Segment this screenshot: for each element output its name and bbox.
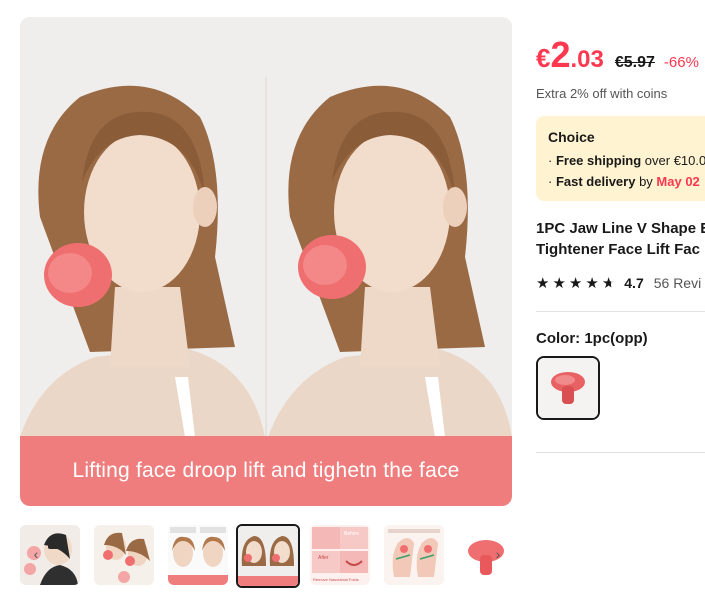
choice-label: Choice <box>548 129 595 145</box>
thumbnail-2[interactable] <box>94 525 154 585</box>
fast-delivery-label: Fast delivery <box>555 174 636 189</box>
reviews-link[interactable]: 56 Revi <box>654 275 701 291</box>
star-icon: ★ <box>585 275 599 292</box>
thumbnails-prev-arrow[interactable]: ‹ <box>28 546 44 562</box>
divider <box>536 452 705 453</box>
rating-row[interactable]: ★ ★ ★ ★ ★ 4.7 56 Revi <box>536 274 701 292</box>
free-shipping-label: Free shipping <box>555 153 642 168</box>
price-whole: 2 <box>550 34 571 75</box>
thumb5-caption-text: Remove Nasolabial Folds <box>313 577 359 582</box>
price-row: € 2 .03 €5.97 -66% <box>536 34 699 76</box>
thumbnail-6[interactable] <box>384 525 444 585</box>
color-swatch-1pc-opp[interactable] <box>536 356 600 420</box>
thumbnail-3[interactable] <box>168 525 228 585</box>
free-shipping-line: · Free shipping over €10.00 <box>548 153 705 168</box>
product-title: 1PC Jaw Line V Shape E Tightener Face Li… <box>536 218 705 260</box>
price-currency: € <box>536 43 551 73</box>
rating-score: 4.7 <box>624 275 644 291</box>
original-price: €5.97 <box>614 54 655 71</box>
image-caption: Lifting face droop lift and tighetn the … <box>72 459 460 482</box>
bullet: · <box>548 153 556 168</box>
thumb5-after-text: After <box>318 555 329 561</box>
thumbnails-next-arrow[interactable]: › <box>490 546 506 562</box>
divider <box>536 311 705 312</box>
swatch-image <box>538 358 598 418</box>
thumbnail-strip: ‹ Before After Remove Nasolabial Folds › <box>20 522 518 588</box>
thumbnail-7[interactable] <box>458 525 518 585</box>
color-label: Color: 1pc(opp) <box>536 330 648 347</box>
choice-banner[interactable]: Choice · Free shipping over €10.00 · Fas… <box>536 116 705 201</box>
delivery-date: May 02 <box>656 174 700 189</box>
image-caption-band: Lifting face droop lift and tighetn the … <box>20 436 512 506</box>
star-icon: ★ <box>552 275 566 292</box>
bullet: · <box>548 174 556 189</box>
thumbnail-4-selected[interactable] <box>236 524 300 588</box>
star-half-icon: ★ <box>601 275 616 292</box>
product-title-line-1: 1PC Jaw Line V Shape E <box>536 220 705 237</box>
discount-badge: -66% <box>663 54 699 71</box>
product-photo <box>20 17 512 506</box>
product-title-line-2: Tightener Face Lift Fac <box>536 241 700 258</box>
coins-note: Extra 2% off with coins <box>536 86 668 101</box>
delivery-by-text: by <box>635 174 657 189</box>
thumbnail-5[interactable]: Before After Remove Nasolabial Folds <box>310 525 370 585</box>
star-icon: ★ <box>536 275 550 292</box>
star-icon: ★ <box>568 275 583 292</box>
product-info-panel: € 2 .03 €5.97 -66% Extra 2% off with coi… <box>536 0 705 594</box>
price-decimal: .03 <box>570 46 604 73</box>
thumb5-before-text: Before <box>344 531 359 537</box>
fast-delivery-line: · Fast delivery by May 02 <box>548 174 700 189</box>
free-shipping-threshold: over €10.00 <box>644 153 705 168</box>
main-product-image[interactable]: Lifting face droop lift and tighetn the … <box>20 17 512 506</box>
